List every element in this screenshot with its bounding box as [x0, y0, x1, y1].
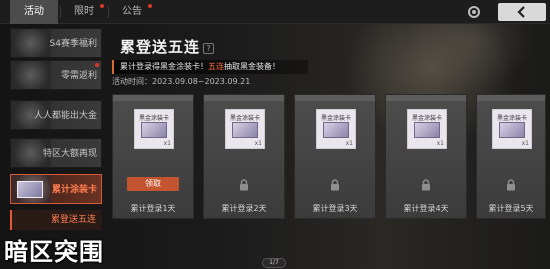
- sidebar-item-special-zone[interactable]: 特区大额再现: [10, 138, 102, 168]
- day-label: 累计登录2天: [221, 204, 267, 213]
- lock-icon: [507, 179, 515, 191]
- reward-item[interactable]: 黑金涂装卡 x1: [225, 109, 265, 149]
- sidebar-thumbnail: [11, 61, 51, 89]
- event-description: 累计登录得黑金涂装卡！五连抽取黑金装备！: [112, 60, 308, 74]
- chevron-left-icon: [517, 6, 525, 18]
- reward-item[interactable]: 黑金涂装卡 x1: [492, 109, 532, 149]
- notification-dot: [100, 4, 104, 8]
- reward-name: 黑金涂装卡: [411, 115, 442, 122]
- tab-notice[interactable]: 公告: [110, 0, 154, 24]
- tab-activity[interactable]: 活动: [10, 0, 58, 24]
- desc-text: 累计登录得黑金涂装卡！: [120, 62, 208, 71]
- card-header: [113, 95, 193, 101]
- page-indicator: 1/7: [262, 258, 286, 268]
- lock-icon: [422, 179, 430, 191]
- day-card-3: 黑金涂装卡 x1 累计登录3天: [294, 94, 376, 219]
- day-label: 累计登录1天: [130, 204, 176, 213]
- skin-card-icon: [499, 122, 525, 138]
- event-sidebar: S4赛季福利 零需返利 人人都能出大金 特区大额再现 累计涂装卡 累登送五连: [10, 28, 102, 236]
- sidebar-subitem-label: 累登送五连: [50, 215, 96, 225]
- tab-notice-label: 公告: [122, 6, 142, 17]
- reward-count: x1: [254, 140, 262, 147]
- lock-icon: [331, 179, 339, 191]
- sidebar-item-big-gold[interactable]: 人人都能出大金: [10, 100, 102, 130]
- reward-item[interactable]: 黑金涂装卡 x1: [407, 109, 447, 149]
- sidebar-item-label: 人人都能出大金: [33, 111, 97, 121]
- lock-icon: [240, 179, 248, 191]
- skin-card-icon: [141, 122, 167, 138]
- sidebar-item-label: 零需返利: [60, 71, 97, 81]
- skin-card-image: [17, 181, 43, 198]
- reward-count: x1: [163, 140, 171, 147]
- skin-card-icon: [323, 122, 349, 138]
- reward-count: x1: [521, 140, 529, 147]
- desc-text-end: 抽取黑金装备！: [224, 62, 280, 71]
- tab-limited-label: 限时: [74, 6, 94, 17]
- card-header: [386, 95, 466, 101]
- notification-dot: [95, 63, 99, 67]
- sidebar-item-label: 累计涂装卡: [51, 185, 97, 195]
- day-label: 累计登录3天: [312, 204, 358, 213]
- sidebar-item-label: 特区大额再现: [42, 149, 97, 159]
- reward-item[interactable]: 黑金涂装卡 x1: [134, 109, 174, 149]
- notification-dot: [148, 4, 152, 8]
- day-card-2: 黑金涂装卡 x1 累计登录2天: [203, 94, 285, 219]
- reward-count: x1: [436, 140, 444, 147]
- reward-name: 黑金涂装卡: [229, 115, 260, 122]
- sidebar-item-skin-card[interactable]: 累计涂装卡: [10, 174, 102, 204]
- sidebar-thumbnail: [11, 29, 51, 57]
- day-card-4: 黑金涂装卡 x1 累计登录4天: [385, 94, 467, 219]
- tab-divider: [60, 6, 61, 18]
- watermark-logo: 暗区突围: [4, 238, 104, 266]
- day-card-1: 黑金涂装卡 x1 领取 累计登录1天: [112, 94, 194, 219]
- reward-count: x1: [345, 140, 353, 147]
- reward-item[interactable]: 黑金涂装卡 x1: [316, 109, 356, 149]
- sidebar-item-rebate[interactable]: 零需返利: [10, 60, 102, 90]
- event-title: 累登送五连: [120, 38, 201, 56]
- tab-limited[interactable]: 限时: [62, 0, 106, 24]
- reward-name: 黑金涂装卡: [138, 115, 169, 122]
- skin-card-icon: [232, 122, 258, 138]
- claim-button[interactable]: 领取: [127, 177, 179, 191]
- day-card-5: 黑金涂装卡 x1 累计登录5天: [476, 94, 546, 219]
- tab-divider: [108, 6, 109, 18]
- day-label: 累计登录5天: [488, 204, 534, 213]
- back-button[interactable]: [498, 3, 546, 21]
- desc-highlight: 五连: [208, 62, 224, 71]
- sidebar-item-season-welfare[interactable]: S4赛季福利: [10, 28, 102, 58]
- help-button[interactable]: ?: [203, 43, 214, 54]
- card-header: [477, 95, 545, 101]
- skin-card-icon: [414, 122, 440, 138]
- reward-name: 黑金涂装卡: [496, 115, 527, 122]
- card-header: [204, 95, 284, 101]
- day-label: 累计登录4天: [403, 204, 449, 213]
- tab-activity-label: 活动: [24, 6, 44, 17]
- tab-bar: 活动 限时 公告: [0, 0, 550, 24]
- sidebar-item-label: S4赛季福利: [49, 39, 97, 49]
- settings-icon[interactable]: [466, 4, 482, 20]
- card-header: [295, 95, 375, 101]
- reward-name: 黑金涂装卡: [320, 115, 351, 122]
- event-period: 活动时间：2023.09.08~2023.09.21: [112, 77, 251, 86]
- sidebar-subitem-login-five[interactable]: 累登送五连: [10, 210, 102, 230]
